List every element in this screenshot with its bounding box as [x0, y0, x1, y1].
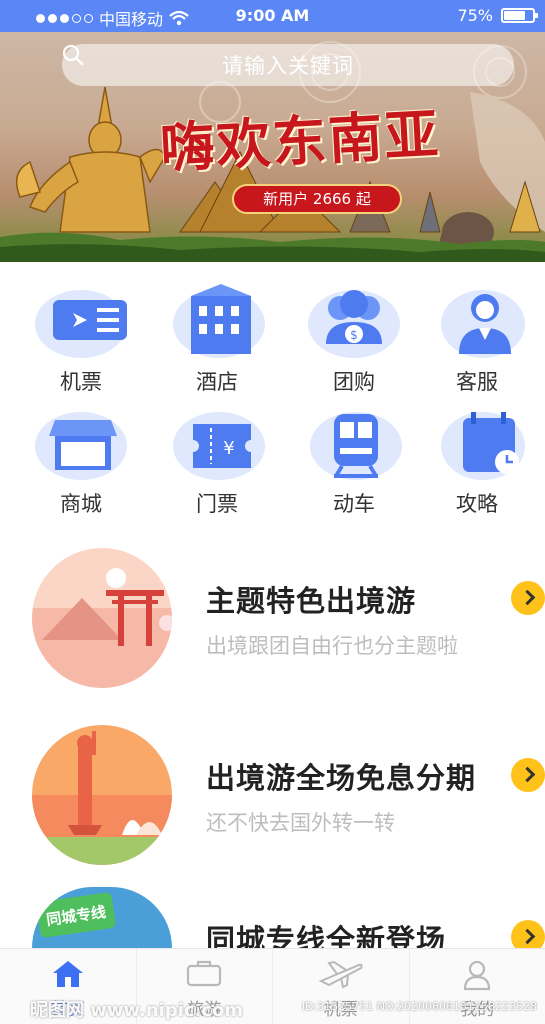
svg-text:$: $: [350, 328, 358, 342]
category-label: 动车: [333, 492, 375, 516]
search-placeholder: 请输入关键词: [222, 54, 354, 78]
new-user-badge[interactable]: 新用户 2666 起: [232, 184, 402, 214]
feature-title: 主题特色出境游: [206, 584, 417, 618]
banner-title: 嗨欢东南亚: [158, 101, 442, 181]
hotel-building-icon: [173, 284, 265, 358]
airplane-icon: [318, 960, 363, 989]
local-line-thumbnail: 同城专线: [32, 887, 172, 948]
feature-installment[interactable]: 出境游全场免息分期 还不快去国外转一转: [0, 725, 545, 885]
status-bar: 中国移动 9:00 AM 75%: [0, 0, 545, 32]
group-buy-icon: $: [308, 290, 400, 358]
suitcase-icon: [187, 960, 222, 987]
feature-theme-tour[interactable]: 主题特色出境游 出境跟团自由行也分主题啦: [0, 548, 545, 708]
category-label: 团购: [333, 370, 375, 394]
category-grid: 机票 酒店 $ 团购 客服 商城 ¥ 门票 动车 攻略: [0, 270, 545, 520]
category-label: 商城: [60, 492, 102, 516]
calendar-guide-icon: [441, 412, 525, 480]
tab-travel[interactable]: 旅游: [137, 949, 273, 1024]
category-label: 酒店: [196, 370, 238, 394]
category-label: 客服: [456, 370, 498, 394]
chevron-right-icon[interactable]: [511, 758, 545, 792]
search-icon: [62, 44, 84, 66]
category-item-tickets[interactable]: ¥ 门票: [149, 400, 285, 520]
category-label: 攻略: [456, 492, 498, 516]
shop-store-icon: [35, 412, 127, 480]
promo-banner[interactable]: 请输入关键词 嗨欢东南亚 新用户 2666 起: [0, 32, 545, 262]
battery-icon: [501, 8, 538, 23]
category-item-flights[interactable]: 机票: [13, 278, 149, 398]
bottom-tab-bar: 首页 旅游 机票 我的: [0, 948, 545, 1024]
tab-label: 旅游: [187, 1000, 222, 1020]
tab-label: 机票: [323, 1000, 358, 1020]
tab-label: 我的: [460, 1000, 495, 1020]
feature-subtitle: 还不快去国外转一转: [206, 811, 395, 835]
installment-thumbnail: [32, 725, 172, 865]
category-item-customer-service[interactable]: 客服: [409, 278, 545, 398]
golden-statue: [15, 86, 166, 233]
customer-service-icon: [441, 290, 525, 358]
battery-percent: 75%: [457, 6, 493, 25]
home-icon: [52, 961, 83, 987]
tab-home[interactable]: 首页: [0, 949, 137, 1024]
category-item-hotel[interactable]: 酒店: [149, 278, 285, 398]
theme-tour-thumbnail: [32, 548, 172, 688]
category-item-train[interactable]: 动车: [286, 400, 422, 520]
train-icon: [310, 412, 402, 480]
feature-title: 出境游全场免息分期: [206, 761, 477, 795]
tab-flights[interactable]: 机票: [273, 949, 410, 1024]
chevron-right-icon[interactable]: [511, 581, 545, 615]
user-icon: [464, 960, 491, 991]
tab-profile[interactable]: 我的: [410, 949, 545, 1024]
feature-subtitle: 出境跟团自由行也分主题啦: [206, 634, 458, 658]
category-label: 门票: [196, 492, 238, 516]
category-item-group-buy[interactable]: $ 团购: [286, 278, 422, 398]
category-item-guide[interactable]: 攻略: [409, 400, 545, 520]
svg-text:¥: ¥: [223, 438, 234, 459]
app-screen: 中国移动 9:00 AM 75% 请输入关键词 嗨欢东南亚 新用户 2666 起…: [0, 0, 545, 1024]
category-item-mall[interactable]: 商城: [13, 400, 149, 520]
battery-status: 75%: [457, 6, 538, 25]
tab-label: 首页: [50, 1000, 85, 1020]
admission-ticket-icon: ¥: [173, 412, 265, 480]
search-bar[interactable]: 请输入关键词: [62, 44, 514, 86]
category-label: 机票: [60, 370, 102, 394]
plane-ticket-icon: [35, 290, 127, 358]
